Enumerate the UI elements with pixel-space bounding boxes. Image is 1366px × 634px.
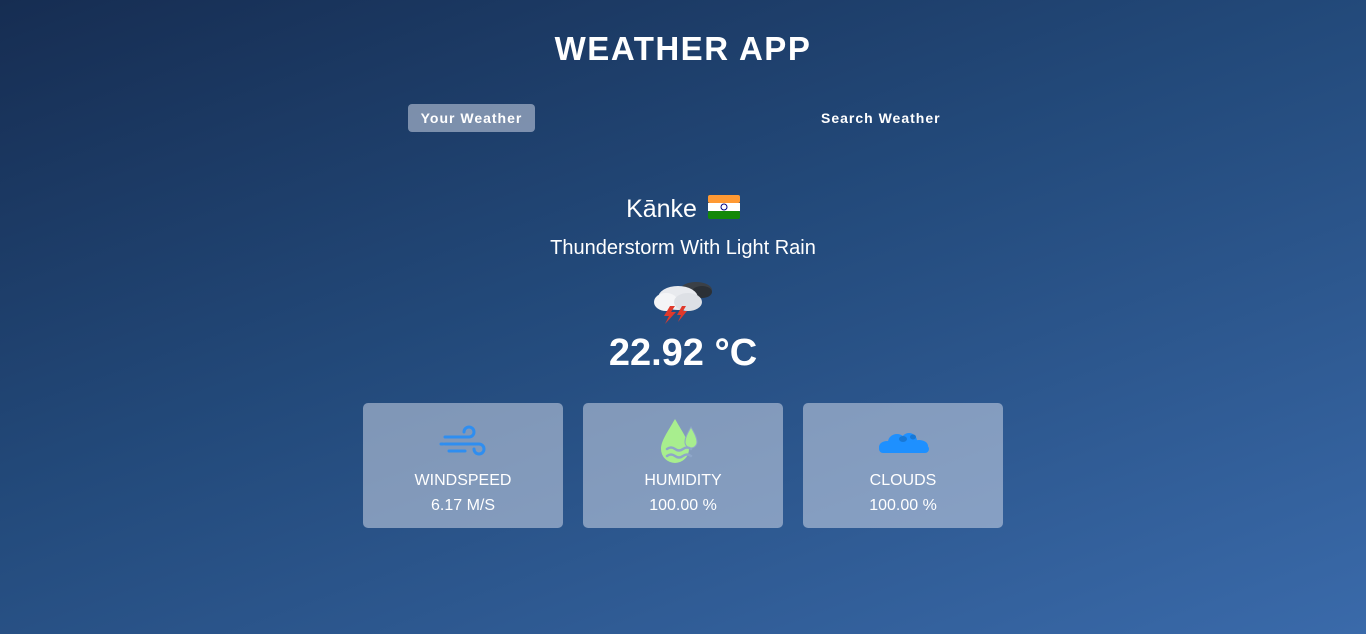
wind-icon [433,417,493,467]
humidity-label: HUMIDITY [644,472,722,489]
windspeed-label: WINDSPEED [414,472,512,489]
clouds-icon [873,417,933,467]
windspeed-value: 6.17 M/S [430,497,496,514]
temperature: 22.92 °C [608,332,758,374]
clouds-label: CLOUDS [869,472,937,489]
windspeed-card: WINDSPEED 6.17 M/S [363,403,563,528]
clouds-value: 100.00 % [869,497,937,514]
humidity-value: 100.00 % [649,497,717,514]
clouds-card: CLOUDS 100.00 % [803,403,1003,528]
tab-search-weather[interactable]: Search Weather [813,104,949,132]
thunderstorm-icon [650,274,716,324]
humidity-icon [653,417,713,467]
app-title: WEATHER APP [554,30,812,67]
weather-description: Thunderstorm With Light Rain [550,237,816,259]
location-header: Kānke [0,195,1366,226]
humidity-card: HUMIDITY 100.00 % [583,403,783,528]
tab-your-weather[interactable]: Your Weather [408,104,535,132]
city-name: Kānke [626,195,697,224]
india-flag-icon [707,195,740,226]
